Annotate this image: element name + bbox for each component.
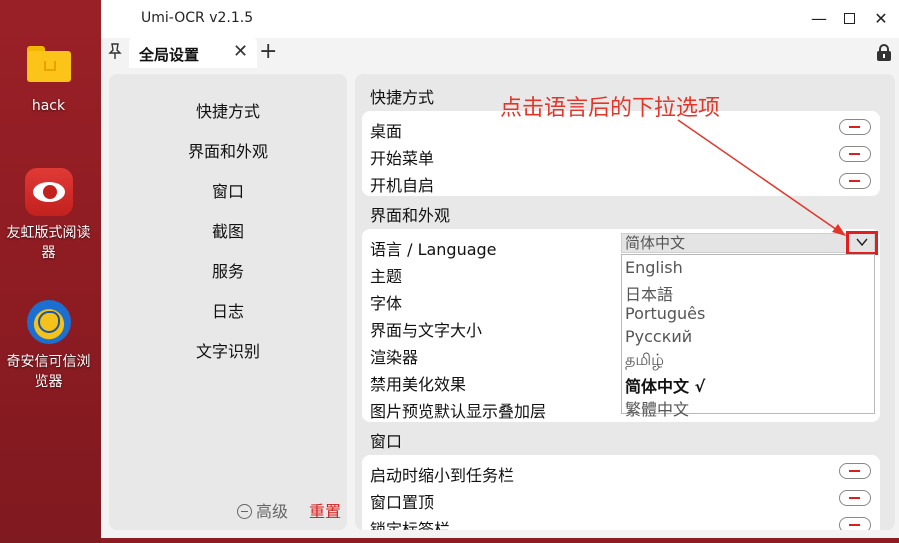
annotation-text: 点击语言后的下拉选项: [500, 96, 721, 121]
annotation-arrow: [677, 119, 846, 236]
